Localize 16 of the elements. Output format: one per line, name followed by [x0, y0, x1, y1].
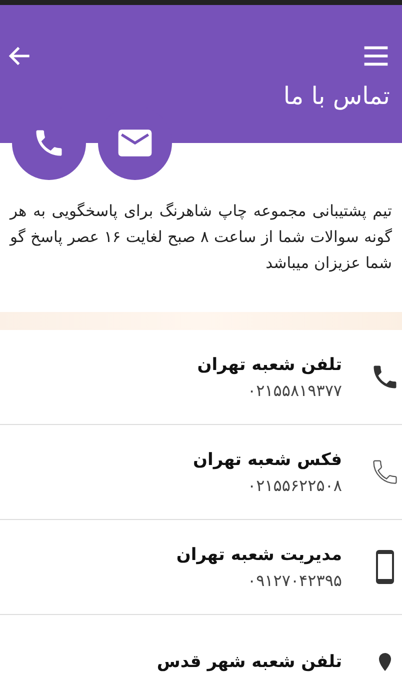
phone-outline-icon: [370, 457, 400, 487]
contact-title: فکس شعبه تهران: [193, 450, 342, 470]
mobile-phone-icon: [376, 550, 394, 584]
contact-number: ۰۲۱۵۵۶۲۲۵۰۸: [246, 476, 342, 494]
contact-title: تلفن شعبه تهران: [197, 354, 342, 374]
contact-title: مدیریت شعبه تهران: [176, 544, 342, 564]
contact-item[interactable]: تلفن شعبه تهران ۰۲۱۵۵۸۱۹۳۷۷: [0, 330, 402, 425]
contact-item[interactable]: مدیریت شعبه تهران ۰۹۱۲۷۰۴۲۳۹۵: [0, 520, 402, 615]
contact-title: تلفن شعبه شهر قدس: [156, 652, 342, 672]
map-pin-icon: [377, 652, 393, 672]
contact-item[interactable]: تلفن شعبه شهر قدس: [0, 615, 402, 685]
intro-paragraph: تیم پشتیبانی مجموعه چاپ شاهرنگ برای پاسخگویی به هر گونه سوالات شما از ساعت ۸ صبح لغایت ۱۶ عصر پاسخ گو شما عزیزان میباشد: [10, 201, 392, 274]
page-title: تماس با ما: [282, 82, 390, 110]
contact-number: ۰۲۱۵۵۸۱۹۳۷۷: [246, 380, 342, 400]
contact-item[interactable]: فکس شعبه تهران ۰۲۱۵۵۶۲۲۵۰۸: [0, 425, 402, 520]
contact-number: ۰۹۱۲۷۰۴۲۳۹۵: [246, 570, 342, 590]
